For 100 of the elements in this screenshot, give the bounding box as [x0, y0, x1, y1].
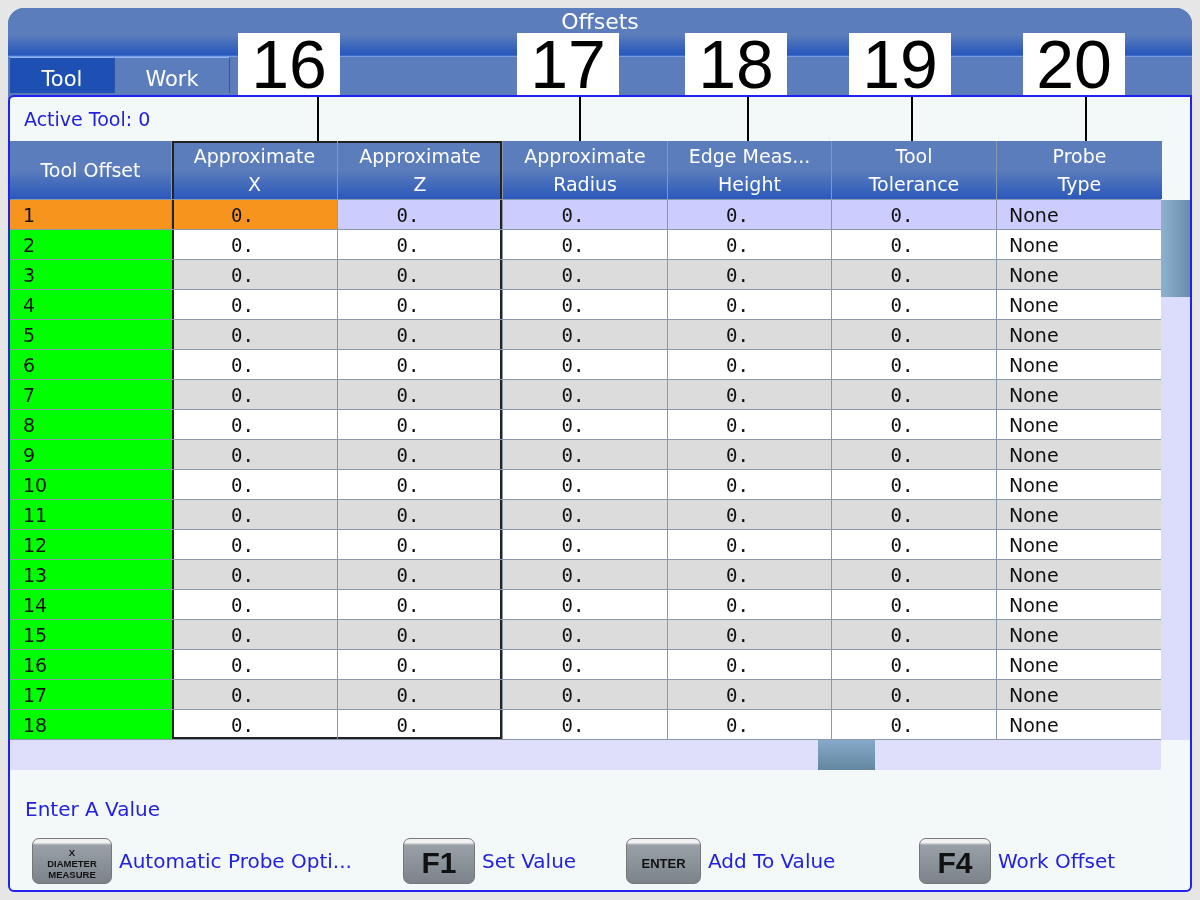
table-cell[interactable]: 0.: [503, 590, 667, 619]
row-number-cell[interactable]: 13: [10, 560, 171, 589]
table-cell[interactable]: 0.: [338, 200, 502, 229]
row-number-cell[interactable]: 1: [10, 200, 171, 229]
table-cell[interactable]: 0.: [832, 680, 996, 709]
table-cell[interactable]: 0.: [503, 410, 667, 439]
table-cell[interactable]: 0.: [338, 320, 502, 349]
table-cell[interactable]: 0.: [338, 380, 502, 409]
table-cell[interactable]: 0.: [832, 260, 996, 289]
table-cell[interactable]: 0.: [832, 620, 996, 649]
table-cell[interactable]: 0.: [668, 260, 831, 289]
table-cell[interactable]: 0.: [832, 530, 996, 559]
table-cell[interactable]: None: [997, 590, 1162, 619]
table-cell[interactable]: None: [997, 380, 1162, 409]
table-cell[interactable]: 0.: [172, 440, 337, 469]
column-header[interactable]: Edge Meas... Height: [668, 141, 831, 199]
scrollbar-thumb[interactable]: [818, 740, 875, 770]
table-cell[interactable]: 0.: [338, 650, 502, 679]
column-header[interactable]: Tool Tolerance: [832, 141, 996, 199]
table-cell[interactable]: 0.: [338, 350, 502, 379]
key-icon[interactable]: ENTER: [626, 838, 701, 884]
table-cell[interactable]: None: [997, 470, 1162, 499]
table-cell[interactable]: 0.: [338, 530, 502, 559]
table-cell[interactable]: 0.: [832, 290, 996, 319]
tab[interactable]: Tool: [10, 57, 115, 93]
table-cell[interactable]: None: [997, 320, 1162, 349]
table-cell[interactable]: 0.: [338, 710, 502, 739]
table-cell[interactable]: 0.: [503, 380, 667, 409]
table-cell[interactable]: 0.: [172, 620, 337, 649]
table-cell[interactable]: 0.: [668, 320, 831, 349]
row-number-cell[interactable]: 6: [10, 350, 171, 379]
table-cell[interactable]: 0.: [668, 590, 831, 619]
key-icon[interactable]: F4: [919, 838, 991, 884]
table-cell[interactable]: None: [997, 350, 1162, 379]
table-cell[interactable]: 0.: [668, 200, 831, 229]
table-cell[interactable]: 0.: [668, 620, 831, 649]
column-header[interactable]: Approximate X: [172, 141, 337, 199]
table-cell[interactable]: 0.: [172, 560, 337, 589]
table-cell[interactable]: 0.: [338, 410, 502, 439]
table-cell[interactable]: 0.: [832, 650, 996, 679]
horizontal-scrollbar[interactable]: [10, 740, 1161, 770]
table-cell[interactable]: 0.: [503, 530, 667, 559]
table-cell[interactable]: 0.: [832, 590, 996, 619]
table-cell[interactable]: 0.: [338, 560, 502, 589]
table-cell[interactable]: 0.: [668, 380, 831, 409]
table-cell[interactable]: 0.: [172, 470, 337, 499]
row-number-cell[interactable]: 18: [10, 710, 171, 739]
column-header[interactable]: Probe Type: [997, 141, 1162, 199]
table-cell[interactable]: 0.: [832, 200, 996, 229]
table-cell[interactable]: 0.: [503, 620, 667, 649]
table-cell[interactable]: 0.: [668, 470, 831, 499]
table-cell[interactable]: 0.: [172, 200, 337, 229]
table-cell[interactable]: 0.: [172, 710, 337, 739]
table-cell[interactable]: None: [997, 200, 1162, 229]
vertical-scrollbar[interactable]: [1161, 200, 1190, 740]
table-cell[interactable]: None: [997, 530, 1162, 559]
table-cell[interactable]: 0.: [832, 710, 996, 739]
table-cell[interactable]: 0.: [832, 440, 996, 469]
table-cell[interactable]: 0.: [503, 320, 667, 349]
row-number-cell[interactable]: 14: [10, 590, 171, 619]
table-cell[interactable]: None: [997, 230, 1162, 259]
table-cell[interactable]: 0.: [172, 260, 337, 289]
key-icon[interactable]: X DIAMETER MEASURE: [32, 838, 112, 884]
table-cell[interactable]: None: [997, 260, 1162, 289]
table-cell[interactable]: 0.: [668, 560, 831, 589]
row-number-cell[interactable]: 11: [10, 500, 171, 529]
table-cell[interactable]: 0.: [668, 500, 831, 529]
table-cell[interactable]: 0.: [503, 500, 667, 529]
row-number-cell[interactable]: 9: [10, 440, 171, 469]
table-cell[interactable]: 0.: [832, 500, 996, 529]
table-cell[interactable]: 0.: [503, 350, 667, 379]
table-cell[interactable]: 0.: [172, 680, 337, 709]
scrollbar-thumb[interactable]: [1161, 200, 1190, 297]
table-cell[interactable]: 0.: [172, 590, 337, 619]
table-cell[interactable]: 0.: [172, 350, 337, 379]
table-cell[interactable]: 0.: [668, 650, 831, 679]
table-cell[interactable]: 0.: [338, 440, 502, 469]
column-header[interactable]: Approximate Radius: [503, 141, 667, 199]
table-cell[interactable]: None: [997, 290, 1162, 319]
table-cell[interactable]: 0.: [832, 410, 996, 439]
table-cell[interactable]: None: [997, 410, 1162, 439]
table-cell[interactable]: None: [997, 620, 1162, 649]
table-cell[interactable]: 0.: [668, 350, 831, 379]
table-cell[interactable]: 0.: [832, 230, 996, 259]
row-number-cell[interactable]: 17: [10, 680, 171, 709]
table-cell[interactable]: 0.: [338, 590, 502, 619]
table-cell[interactable]: 0.: [668, 440, 831, 469]
table-cell[interactable]: 0.: [172, 650, 337, 679]
table-cell[interactable]: 0.: [503, 290, 667, 319]
table-cell[interactable]: 0.: [172, 500, 337, 529]
row-number-cell[interactable]: 7: [10, 380, 171, 409]
table-cell[interactable]: 0.: [503, 710, 667, 739]
row-number-cell[interactable]: 5: [10, 320, 171, 349]
table-cell[interactable]: 0.: [172, 380, 337, 409]
table-cell[interactable]: 0.: [668, 530, 831, 559]
table-cell[interactable]: 0.: [668, 230, 831, 259]
table-cell[interactable]: 0.: [503, 680, 667, 709]
table-cell[interactable]: 0.: [172, 530, 337, 559]
row-number-cell[interactable]: 15: [10, 620, 171, 649]
table-cell[interactable]: 0.: [503, 230, 667, 259]
